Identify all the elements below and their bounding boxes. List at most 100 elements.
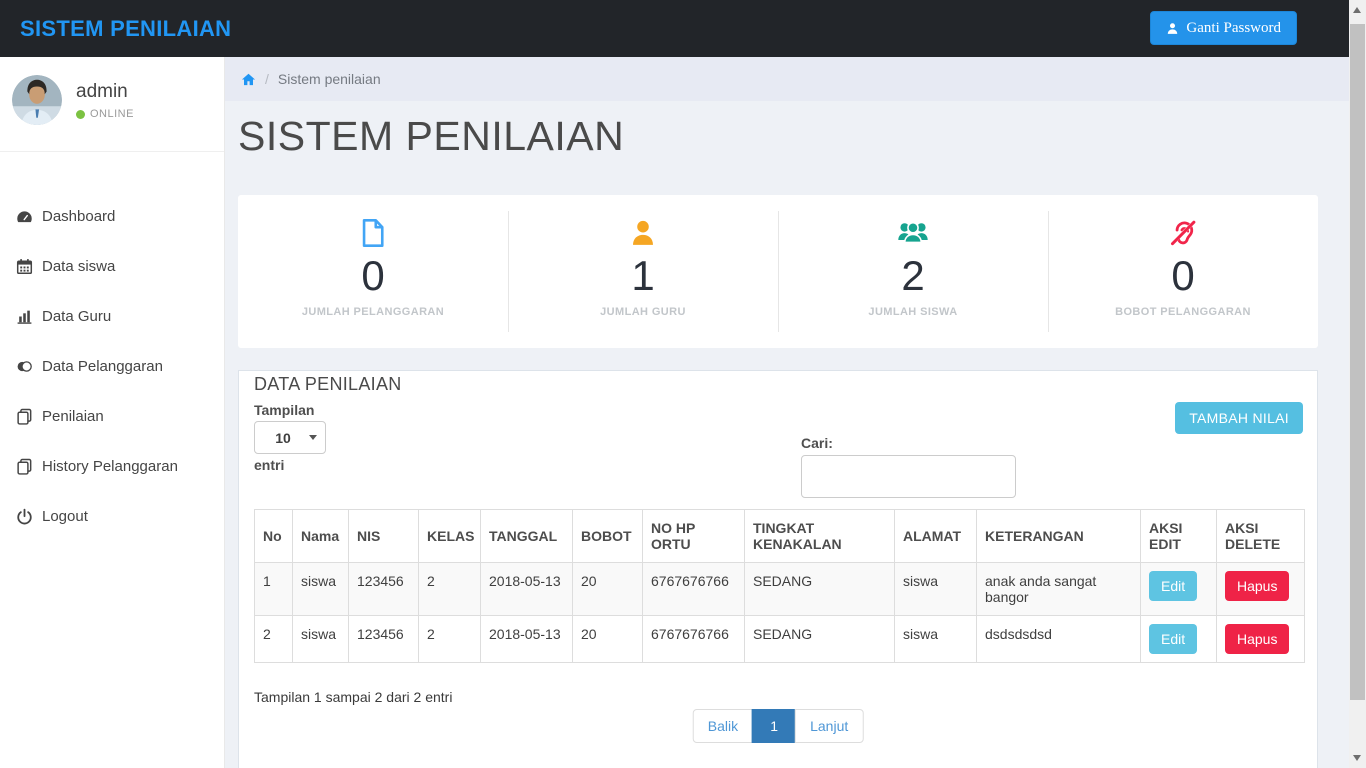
stat-value: 0 — [238, 253, 508, 299]
cell-no-hp-ortu: 6767676766 — [643, 563, 745, 616]
stat-label: JUMLAH SISWA — [778, 306, 1048, 318]
stat-jumlah-siswa: 2 JUMLAH SISWA — [778, 195, 1048, 348]
scroll-down-icon[interactable] — [1353, 755, 1361, 761]
edit-button[interactable]: Edit — [1149, 571, 1197, 601]
tambah-nilai-button[interactable]: TAMBAH NILAI — [1175, 402, 1303, 434]
online-status: ONLINE — [76, 108, 134, 120]
sidebar-item-penilaian[interactable]: Penilaian — [0, 391, 224, 441]
cell-no-hp-ortu: 6767676766 — [643, 616, 745, 663]
top-navbar: SISTEM PENILAIAN Ganti Password — [0, 0, 1349, 57]
col-kelas[interactable]: KELAS — [419, 510, 481, 563]
length-label-before: Tampilan — [254, 402, 314, 418]
col-aksi-delete[interactable]: AKSI DELETE — [1217, 510, 1305, 563]
stat-label: JUMLAH PELANGGARAN — [238, 306, 508, 318]
table-header-row: No Nama NIS KELAS TANGGAL BOBOT NO HP OR… — [255, 510, 1305, 563]
length-label-after: entri — [254, 457, 284, 473]
stats-card: 0 JUMLAH PELANGGARAN 1 JUMLAH GURU 2 JUM… — [238, 195, 1318, 348]
avatar — [12, 75, 62, 125]
stat-jumlah-guru: 1 JUMLAH GURU — [508, 195, 778, 348]
home-icon[interactable] — [241, 72, 256, 87]
delete-button[interactable]: Hapus — [1225, 624, 1289, 654]
cell-tanggal: 2018-05-13 — [481, 616, 573, 663]
scrollbar-thumb[interactable] — [1350, 24, 1365, 700]
cell-keterangan: anak anda sangat bangor — [977, 563, 1141, 616]
table-info: Tampilan 1 sampai 2 dari 2 entri — [254, 689, 452, 705]
page-title: SISTEM PENILAIAN — [238, 113, 624, 160]
col-alamat[interactable]: ALAMAT — [895, 510, 977, 563]
change-password-button[interactable]: Ganti Password — [1150, 11, 1297, 45]
sidebar-item-dashboard[interactable]: Dashboard — [0, 191, 224, 241]
pagination-next[interactable]: Lanjut — [795, 709, 863, 743]
profile-panel: admin ONLINE — [0, 57, 224, 152]
users-icon — [778, 217, 1048, 249]
pagination-page-1[interactable]: 1 — [752, 709, 796, 743]
breadcrumb-separator: / — [265, 71, 269, 87]
stat-bobot-pelanggaran: 0 BOBOT PELANGGARAN — [1048, 195, 1318, 348]
col-tanggal[interactable]: TANGGAL — [481, 510, 573, 563]
cell-tanggal: 2018-05-13 — [481, 563, 573, 616]
col-aksi-edit[interactable]: AKSI EDIT — [1141, 510, 1217, 563]
cell-keterangan: dsdsdsdsd — [977, 616, 1141, 663]
search-input[interactable] — [801, 455, 1016, 498]
cell-bobot: 20 — [573, 563, 643, 616]
vertical-scrollbar[interactable] — [1349, 0, 1366, 768]
data-penilaian-panel: DATA PENILAIAN Tampilan 10 entri Cari: T… — [238, 370, 1318, 768]
breadcrumb-current: Sistem penilaian — [278, 71, 381, 87]
online-dot-icon — [76, 110, 85, 119]
stat-value: 0 — [1048, 253, 1318, 299]
cell-alamat: siswa — [895, 563, 977, 616]
cell-nis: 123456 — [349, 563, 419, 616]
cell-nama: siswa — [293, 563, 349, 616]
cell-tingkat-kenakalan: SEDANG — [745, 616, 895, 663]
copy-icon — [16, 408, 33, 425]
cell-alamat: siswa — [895, 616, 977, 663]
delete-button[interactable]: Hapus — [1225, 571, 1289, 601]
col-nis[interactable]: NIS — [349, 510, 419, 563]
app-brand: SISTEM PENILAIAN — [20, 0, 231, 57]
sidebar-item-logout[interactable]: Logout — [0, 491, 224, 541]
pagination: Balik 1 Lanjut — [693, 709, 864, 743]
stat-jumlah-pelanggaran: 0 JUMLAH PELANGGARAN — [238, 195, 508, 348]
cell-no: 1 — [255, 563, 293, 616]
scroll-up-icon[interactable] — [1353, 7, 1361, 13]
file-icon — [238, 217, 508, 249]
power-icon — [16, 508, 33, 525]
col-bobot[interactable]: BOBOT — [573, 510, 643, 563]
sidebar-item-data-siswa[interactable]: Data siswa — [0, 241, 224, 291]
table-row: 2 siswa 123456 2 2018-05-13 20 676767676… — [255, 616, 1305, 663]
data-table: No Nama NIS KELAS TANGGAL BOBOT NO HP OR… — [254, 509, 1305, 663]
copy-icon — [16, 458, 33, 475]
col-no[interactable]: No — [255, 510, 293, 563]
sidebar-item-history-pelanggaran[interactable]: History Pelanggaran — [0, 441, 224, 491]
stat-value: 1 — [508, 253, 778, 299]
pagination-prev[interactable]: Balik — [693, 709, 753, 743]
edit-button[interactable]: Edit — [1149, 624, 1197, 654]
col-nama[interactable]: Nama — [293, 510, 349, 563]
sidebar-item-data-pelanggaran[interactable]: Data Pelanggaran — [0, 341, 224, 391]
page-length-select[interactable]: 10 — [254, 421, 326, 454]
table-row: 1 siswa 123456 2 2018-05-13 20 676767676… — [255, 563, 1305, 616]
person-icon — [508, 217, 778, 249]
search-label: Cari: — [801, 435, 833, 451]
cell-nis: 123456 — [349, 616, 419, 663]
col-no-hp-ortu[interactable]: NO HP ORTU — [643, 510, 745, 563]
cell-tingkat-kenakalan: SEDANG — [745, 563, 895, 616]
cell-nama: siswa — [293, 616, 349, 663]
bar-chart-icon — [16, 308, 33, 325]
col-keterangan[interactable]: KETERANGAN — [977, 510, 1141, 563]
cell-bobot: 20 — [573, 616, 643, 663]
stat-label: JUMLAH GURU — [508, 306, 778, 318]
profile-name: admin — [76, 81, 128, 103]
col-tingkat-kenakalan[interactable]: TINGKAT KENAKALAN — [745, 510, 895, 563]
cell-kelas: 2 — [419, 616, 481, 663]
overlapping-circles-icon — [16, 358, 33, 375]
cell-no: 2 — [255, 616, 293, 663]
deaf-icon — [1048, 217, 1318, 249]
panel-title: DATA PENILAIAN — [254, 374, 402, 395]
sidebar-menu: Dashboard Data siswa Data Guru Data Pela… — [0, 191, 224, 541]
breadcrumb: / Sistem penilaian — [225, 57, 1349, 101]
sidebar-item-data-guru[interactable]: Data Guru — [0, 291, 224, 341]
sidebar: admin ONLINE Dashboard Data siswa Data G… — [0, 57, 225, 768]
cell-kelas: 2 — [419, 563, 481, 616]
gauge-icon — [16, 208, 33, 225]
